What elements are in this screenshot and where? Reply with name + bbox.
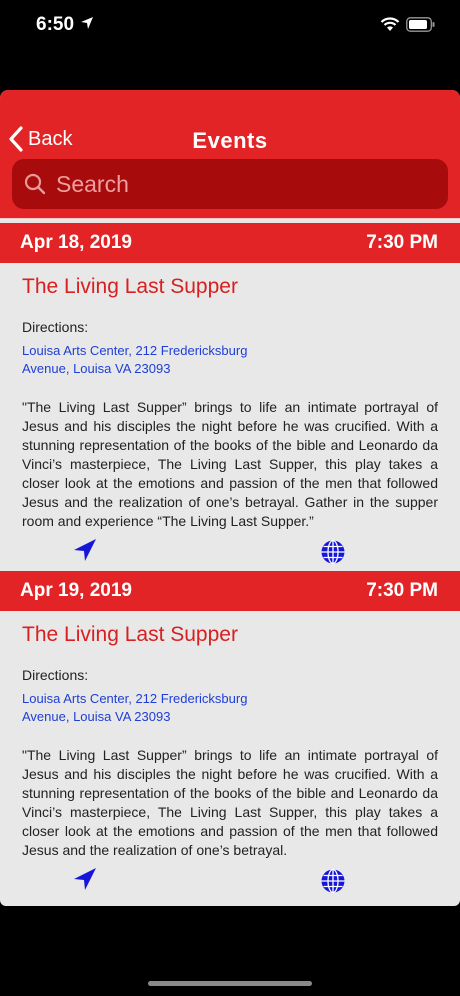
event-actions — [22, 531, 438, 571]
event-time: 7:30 PM — [366, 580, 438, 601]
location-arrow-icon — [81, 17, 93, 29]
event-description: "The Living Last Supper” brings to life … — [22, 399, 438, 529]
status-time: 6:50 — [36, 14, 75, 35]
divider — [0, 218, 460, 219]
search-input[interactable] — [54, 169, 418, 199]
event-item: Apr 19, 2019 7:30 PM The Living Last Sup… — [0, 571, 460, 900]
search-icon — [24, 173, 46, 195]
nav-bar: Back Events — [0, 90, 460, 218]
event-title[interactable]: The Living Last Supper — [22, 275, 438, 305]
events-screen: Back Events Apr 18, 2019 7:30 PM The Liv… — [0, 90, 460, 906]
navigation-arrow-icon[interactable] — [72, 866, 98, 892]
event-date: Apr 18, 2019 — [20, 232, 132, 253]
event-body: The Living Last Supper Directions: Louis… — [0, 275, 460, 571]
event-date-bar: Apr 19, 2019 7:30 PM — [0, 571, 460, 611]
wifi-icon — [380, 17, 400, 31]
events-list: Apr 18, 2019 7:30 PM The Living Last Sup… — [0, 223, 460, 900]
event-title[interactable]: The Living Last Supper — [22, 623, 438, 653]
event-item: Apr 18, 2019 7:30 PM The Living Last Sup… — [0, 223, 460, 571]
address-link[interactable]: Louisa Arts Center, 212 Fredericksburg A… — [22, 690, 272, 726]
search-bar[interactable] — [12, 159, 448, 209]
event-description: "The Living Last Supper” brings to life … — [22, 747, 438, 858]
event-actions — [22, 860, 438, 900]
event-date: Apr 19, 2019 — [20, 580, 132, 601]
home-indicator[interactable] — [148, 981, 312, 986]
battery-icon — [406, 17, 435, 32]
directions-label: Directions: — [22, 319, 89, 335]
directions-label: Directions: — [22, 667, 89, 683]
status-bar: 6:50 — [0, 0, 460, 50]
address-link[interactable]: Louisa Arts Center, 212 Fredericksburg A… — [22, 342, 272, 378]
page-title: Events — [192, 128, 268, 153]
navigation-arrow-icon[interactable] — [72, 537, 98, 563]
event-body: The Living Last Supper Directions: Louis… — [0, 623, 460, 900]
globe-icon[interactable] — [320, 539, 346, 565]
event-time: 7:30 PM — [366, 232, 438, 253]
globe-icon[interactable] — [320, 868, 346, 894]
event-date-bar: Apr 18, 2019 7:30 PM — [0, 223, 460, 263]
